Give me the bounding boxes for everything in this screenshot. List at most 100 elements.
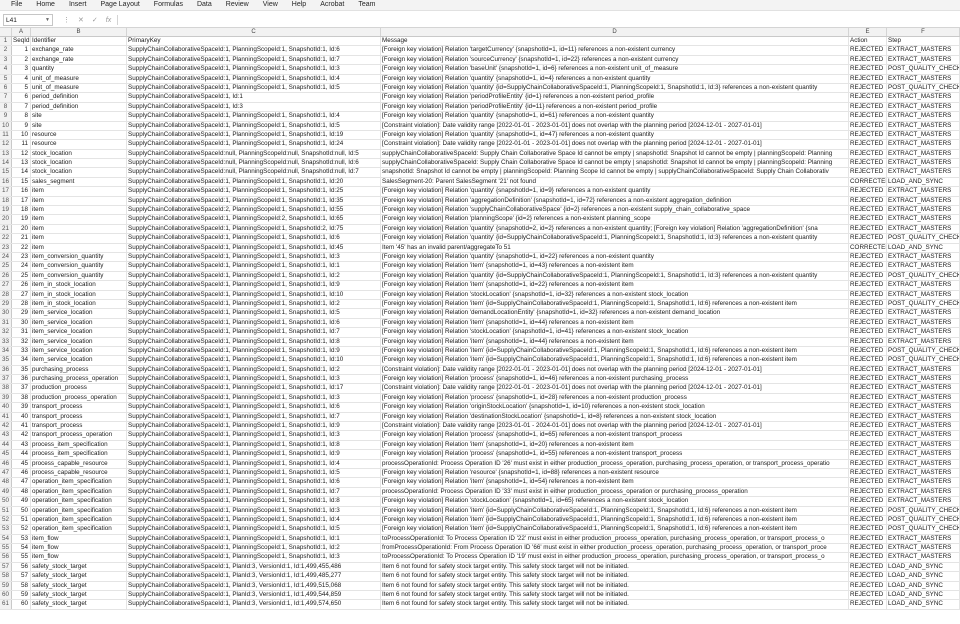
cell[interactable]: EXTRACT_MASTERS — [887, 215, 960, 224]
cell[interactable]: EXTRACT_MASTERS — [887, 281, 960, 290]
cell[interactable]: REJECTED — [849, 506, 887, 515]
row-number[interactable]: 37 — [0, 375, 12, 384]
cell[interactable]: [Constraint violation]: Date validity ra… — [381, 422, 849, 431]
cell[interactable]: 33 — [12, 346, 31, 356]
cell[interactable]: REJECTED — [849, 206, 887, 215]
cell[interactable]: [Foreign key violation] Relation 'item' … — [381, 318, 849, 328]
cell[interactable]: item_conversion_quantity — [31, 262, 127, 271]
cell[interactable]: SupplyChainCollaborativeSpaceId:1, Plann… — [127, 55, 381, 65]
cell[interactable]: item — [31, 215, 127, 224]
cell[interactable]: REJECTED — [849, 83, 887, 93]
cell[interactable]: 54 — [12, 544, 31, 553]
cell[interactable]: SupplyChainCollaborativeSpaceId:1, Plann… — [127, 544, 381, 553]
header-cell[interactable]: PrimaryKey — [127, 37, 381, 46]
row-number[interactable]: 44 — [0, 440, 12, 450]
cell[interactable]: 3 — [12, 65, 31, 74]
row-number[interactable]: 53 — [0, 525, 12, 534]
cell[interactable]: REJECTED — [849, 65, 887, 74]
cell[interactable]: 5 — [12, 83, 31, 93]
cell[interactable]: SupplyChainCollaborativeSpaceId:1, Plann… — [127, 140, 381, 149]
cell[interactable]: SupplyChainCollaborativeSpaceId:1, Plann… — [127, 281, 381, 290]
cell[interactable]: 18 — [12, 206, 31, 215]
cell[interactable]: [Foreign key violation] Relation 'item' … — [381, 262, 849, 271]
cell[interactable]: LOAD_AND_SYNC — [887, 572, 960, 581]
row-number[interactable]: 11 — [0, 130, 12, 140]
cell[interactable]: [Foreign key violation] Relation 'quanti… — [381, 252, 849, 262]
row-number[interactable]: 39 — [0, 393, 12, 403]
cell[interactable]: item_service_location — [31, 346, 127, 356]
cell[interactable]: SupplyChainCollaborativeSpaceId:1, Plann… — [127, 74, 381, 83]
menu-help[interactable]: Help — [285, 0, 313, 10]
cell[interactable]: POST_QUALITY_CHECK — [887, 356, 960, 365]
row-number[interactable]: 6 — [0, 83, 12, 93]
cell[interactable]: REJECTED — [849, 534, 887, 544]
cell[interactable]: SupplyChainCollaborativeSpaceId:1, PlanI… — [127, 581, 381, 591]
cell[interactable]: EXTRACT_MASTERS — [887, 309, 960, 318]
cell[interactable]: REJECTED — [849, 356, 887, 365]
cell[interactable]: SupplyChainCollaborativeSpaceId:1, Plann… — [127, 243, 381, 252]
row-number[interactable]: 29 — [0, 299, 12, 309]
header-cell[interactable]: SeqId — [12, 37, 31, 46]
row-number[interactable]: 45 — [0, 450, 12, 459]
cell[interactable]: stock_location — [31, 168, 127, 177]
cell[interactable]: REJECTED — [849, 149, 887, 159]
cell[interactable]: 7 — [12, 102, 31, 112]
cell[interactable]: EXTRACT_MASTERS — [887, 224, 960, 234]
cell[interactable]: 25 — [12, 271, 31, 281]
cell[interactable]: exchange_rate — [31, 55, 127, 65]
cell[interactable]: SupplyChainCollaborativeSpaceId:1, Id:3 — [127, 102, 381, 112]
row-number[interactable]: 51 — [0, 506, 12, 515]
row-number[interactable]: 47 — [0, 468, 12, 478]
menu-view[interactable]: View — [256, 0, 285, 10]
cell[interactable]: EXTRACT_MASTERS — [887, 159, 960, 168]
cell[interactable]: POST_QUALITY_CHECK — [887, 65, 960, 74]
cell[interactable]: [Foreign key violation] Relation 'quanti… — [381, 83, 849, 93]
cell[interactable]: SupplyChainCollaborativeSpaceId:1, Plann… — [127, 356, 381, 365]
row-number[interactable]: 36 — [0, 365, 12, 375]
cell[interactable]: REJECTED — [849, 168, 887, 177]
cell[interactable]: item — [31, 243, 127, 252]
cell[interactable]: safety_stock_target — [31, 581, 127, 591]
cell[interactable]: REJECTED — [849, 271, 887, 281]
row-number[interactable]: 28 — [0, 290, 12, 299]
cell[interactable]: resource — [31, 140, 127, 149]
row-number[interactable]: 3 — [0, 55, 12, 65]
cell[interactable]: SalesSegment-20: Parent SalesSegment '21… — [381, 177, 849, 187]
insert-function-icon[interactable]: fx — [106, 17, 111, 24]
cell[interactable]: [Constraint violation]: Date validity ra… — [381, 384, 849, 393]
cell[interactable]: SupplyChainCollaborativeSpaceId:1, Id:1 — [127, 93, 381, 102]
cell[interactable]: REJECTED — [849, 74, 887, 83]
cell[interactable]: [Foreign key violation] Relation 'stockL… — [381, 290, 849, 299]
row-number[interactable]: 48 — [0, 478, 12, 487]
row-number[interactable]: 25 — [0, 262, 12, 271]
cell[interactable]: sales_segment — [31, 177, 127, 187]
cell[interactable]: POST_QUALITY_CHECK — [887, 506, 960, 515]
cell[interactable]: SupplyChainCollaborativeSpaceId:1, Plann… — [127, 440, 381, 450]
cell[interactable]: [Foreign key violation] Relation 'item' … — [381, 299, 849, 309]
cell[interactable]: 43 — [12, 440, 31, 450]
cell[interactable]: REJECTED — [849, 600, 887, 609]
cell[interactable]: Item 6 not found for safety stock target… — [381, 572, 849, 581]
cell[interactable]: 27 — [12, 290, 31, 299]
cell[interactable]: REJECTED — [849, 478, 887, 487]
cell[interactable]: EXTRACT_MASTERS — [887, 140, 960, 149]
row-number[interactable]: 52 — [0, 515, 12, 525]
cell[interactable]: purchasing_process_operation — [31, 375, 127, 384]
cell[interactable]: [Foreign key violation] Relation 'proces… — [381, 393, 849, 403]
cell[interactable]: EXTRACT_MASTERS — [887, 393, 960, 403]
cell[interactable]: [Foreign key violation] Relation 'quanti… — [381, 271, 849, 281]
cell[interactable]: 36 — [12, 375, 31, 384]
cell[interactable]: EXTRACT_MASTERS — [887, 478, 960, 487]
cell[interactable]: 4 — [12, 74, 31, 83]
cell[interactable]: 10 — [12, 130, 31, 140]
cell[interactable]: 6 — [12, 93, 31, 102]
cell[interactable]: [Foreign key violation] Relation 'baseUn… — [381, 65, 849, 74]
cell[interactable]: 38 — [12, 393, 31, 403]
cell[interactable]: REJECTED — [849, 450, 887, 459]
cell[interactable]: resource — [31, 130, 127, 140]
row-number[interactable]: 13 — [0, 149, 12, 159]
cell[interactable]: 37 — [12, 384, 31, 393]
cell[interactable]: [Foreign key violation] Relation 'destin… — [381, 412, 849, 422]
cell[interactable]: SupplyChainCollaborativeSpaceId:2, Plann… — [127, 206, 381, 215]
cell[interactable]: EXTRACT_MASTERS — [887, 168, 960, 177]
